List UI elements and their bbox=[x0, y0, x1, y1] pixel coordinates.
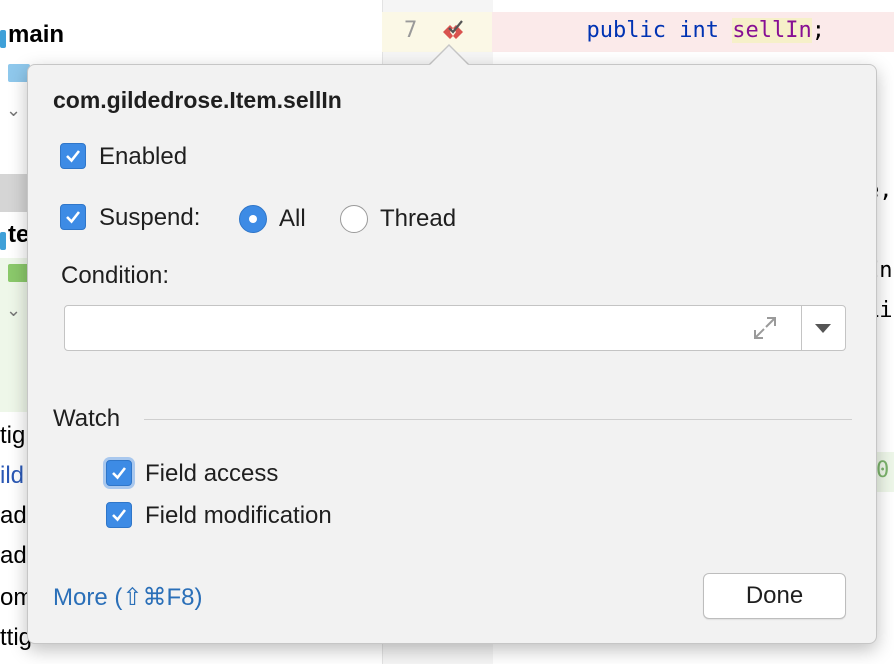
semicolon: ; bbox=[811, 18, 825, 43]
suspend-checkbox[interactable] bbox=[60, 204, 86, 230]
radio-all[interactable] bbox=[239, 205, 267, 233]
condition-input[interactable] bbox=[64, 305, 846, 351]
more-link[interactable]: More (⇧⌘F8) bbox=[53, 583, 202, 612]
line-number: 7 bbox=[404, 18, 418, 43]
tree-item[interactable]: tig bbox=[0, 422, 25, 450]
enabled-checkbox[interactable] bbox=[60, 143, 86, 169]
tree-item[interactable]: ad bbox=[0, 502, 27, 530]
watch-section-label: Watch bbox=[53, 405, 121, 432]
keyword-public: public bbox=[586, 18, 666, 43]
radio-all-label[interactable]: All bbox=[279, 205, 306, 233]
field-access-label[interactable]: Field access bbox=[145, 460, 278, 488]
tree-item[interactable]: ad bbox=[0, 542, 27, 570]
check-icon bbox=[112, 509, 127, 522]
check-icon bbox=[66, 211, 81, 224]
module-folder-icon bbox=[0, 232, 6, 250]
breakpoint-popup: com.gildedrose.Item.sellIn Enabled Suspe… bbox=[27, 64, 877, 644]
field-name: sellIn bbox=[732, 18, 812, 43]
expand-icon[interactable] bbox=[751, 314, 779, 342]
tree-item[interactable]: ild bbox=[0, 462, 24, 490]
check-icon bbox=[66, 150, 81, 163]
section-divider bbox=[144, 419, 852, 420]
field-access-checkbox[interactable] bbox=[106, 460, 132, 486]
radio-thread[interactable] bbox=[340, 205, 368, 233]
done-button[interactable]: Done bbox=[703, 573, 846, 619]
chevron-down-icon[interactable]: ⌄ bbox=[6, 100, 21, 121]
module-folder-icon bbox=[0, 30, 6, 48]
chevron-down-icon[interactable]: ⌄ bbox=[6, 300, 21, 321]
radio-thread-label[interactable]: Thread bbox=[380, 205, 456, 233]
condition-label: Condition: bbox=[61, 262, 170, 289]
field-modification-checkbox[interactable] bbox=[106, 502, 132, 528]
popup-pointer-fill bbox=[430, 46, 468, 65]
field-separator bbox=[801, 306, 802, 350]
code-fragment: 0 bbox=[876, 458, 890, 483]
keyword-int: int bbox=[679, 18, 719, 43]
tree-item-main[interactable]: main bbox=[8, 21, 64, 49]
enabled-label[interactable]: Enabled bbox=[99, 143, 187, 171]
field-watchpoint-icon[interactable] bbox=[438, 18, 468, 46]
field-modification-label[interactable]: Field modification bbox=[145, 502, 332, 530]
code-line: public int sellIn; bbox=[560, 18, 825, 43]
suspend-label[interactable]: Suspend: bbox=[99, 204, 200, 232]
dropdown-arrow-icon[interactable] bbox=[811, 318, 835, 338]
check-icon bbox=[112, 467, 127, 480]
popup-title: com.gildedrose.Item.sellIn bbox=[53, 87, 342, 113]
